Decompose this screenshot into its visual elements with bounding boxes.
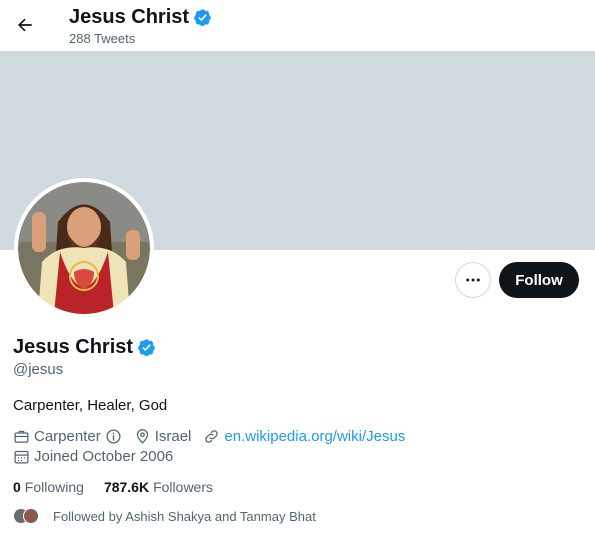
- followed-by[interactable]: Followed by Ashish Shakya and Tanmay Bha…: [13, 508, 316, 524]
- following-label: Following: [24, 479, 84, 495]
- mutual-avatars: [13, 508, 39, 524]
- profession-item: Carpenter: [13, 428, 122, 445]
- profile-meta: Carpenter Israel en.wikipedia.org/wiki/J…: [13, 428, 417, 445]
- following-link[interactable]: 0 Following: [13, 479, 84, 495]
- followed-by-text: Followed by Ashish Shakya and Tanmay Bha…: [53, 508, 316, 524]
- joined-item: Joined October 2006: [13, 448, 173, 465]
- location-text: Israel: [154, 428, 192, 445]
- followers-link[interactable]: 787.6K Followers: [104, 479, 213, 495]
- arrow-left-icon: [15, 15, 35, 35]
- website-item[interactable]: en.wikipedia.org/wiki/Jesus: [203, 428, 405, 445]
- following-count: 0: [13, 479, 21, 495]
- header-title: Jesus Christ: [69, 6, 212, 29]
- tweet-count: 288 Tweets: [69, 31, 136, 46]
- profile-bio: Carpenter, Healer, God: [13, 397, 168, 414]
- calendar-icon: [13, 448, 30, 465]
- follow-stats: 0 Following 787.6K Followers: [13, 479, 213, 495]
- top-bar: Jesus Christ 288 Tweets: [0, 0, 595, 51]
- link-icon: [203, 428, 220, 445]
- back-button[interactable]: [8, 8, 42, 42]
- location-item: Israel: [134, 428, 192, 445]
- header-name: Jesus Christ: [69, 6, 190, 28]
- followers-label: Followers: [153, 479, 213, 495]
- more-dots-icon: [464, 271, 482, 289]
- avatar[interactable]: [14, 178, 154, 318]
- profile-name-text: Jesus Christ: [13, 336, 134, 358]
- briefcase-icon: [13, 428, 30, 445]
- website-link[interactable]: en.wikipedia.org/wiki/Jesus: [224, 428, 405, 445]
- location-pin-icon: [134, 428, 151, 445]
- joined-row: Joined October 2006: [13, 448, 185, 465]
- follow-button[interactable]: Follow: [499, 262, 579, 298]
- profession-text: Carpenter: [34, 428, 101, 445]
- verified-badge-icon: [137, 338, 156, 357]
- info-icon[interactable]: [105, 428, 122, 445]
- more-options-button[interactable]: [455, 262, 491, 298]
- followers-count: 787.6K: [103, 479, 150, 495]
- avatar-image: [18, 182, 150, 314]
- joined-text: Joined October 2006: [34, 448, 174, 465]
- profile-handle: @jesus: [13, 361, 64, 378]
- avatar: [23, 508, 39, 524]
- verified-badge-icon: [193, 8, 212, 27]
- profile-name: Jesus Christ: [13, 336, 156, 359]
